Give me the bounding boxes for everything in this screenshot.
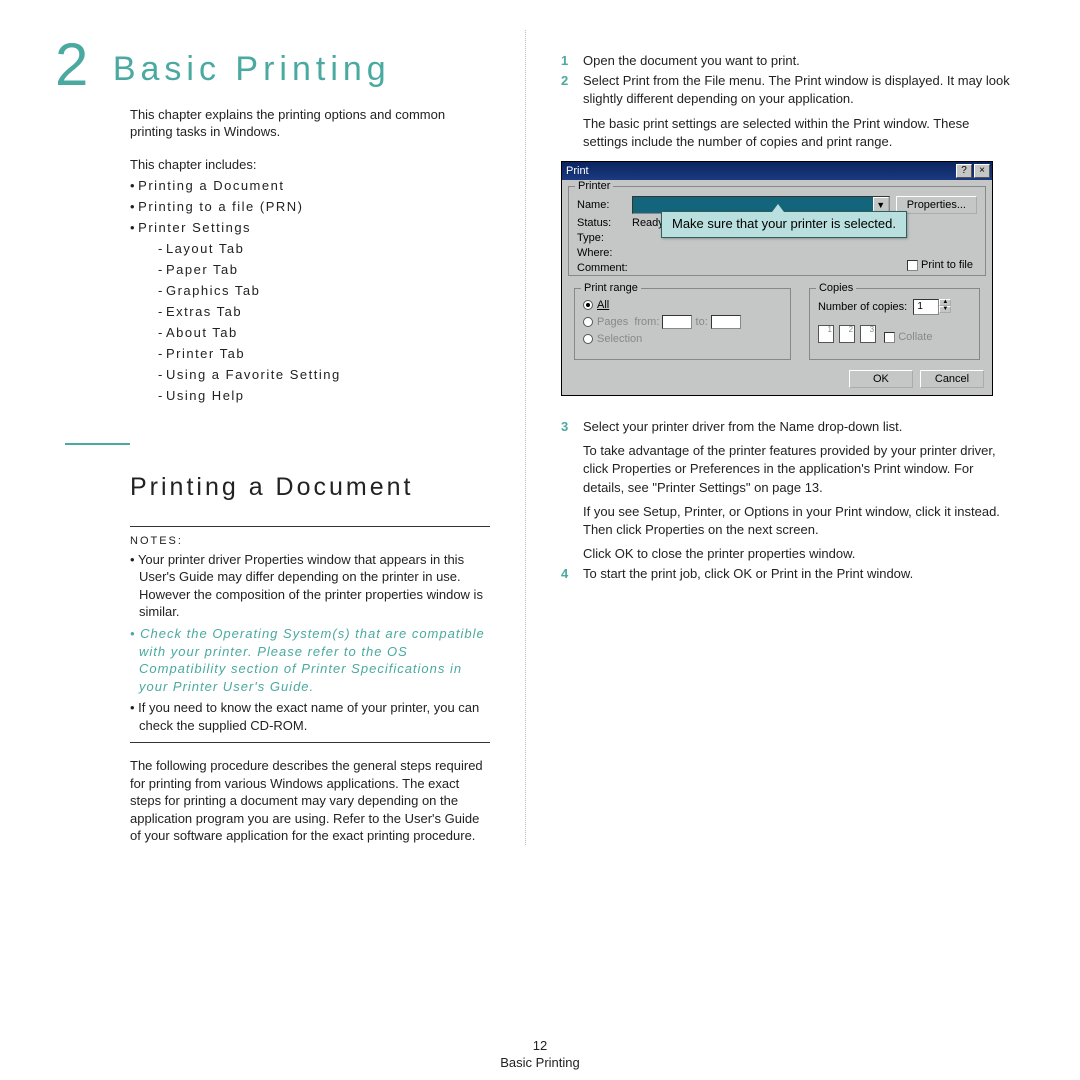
step-number: 1 (561, 52, 583, 70)
callout-tip: Make sure that your printer is selected. (661, 211, 907, 238)
step-4: 4 To start the print job, click OK or Pr… (561, 565, 1010, 583)
step-text: Open the document you want to print. (583, 52, 1010, 70)
copies-input[interactable]: 1 (913, 299, 939, 315)
chapter-title: Basic Printing (113, 50, 391, 89)
from-label: from: (634, 316, 659, 328)
to-input[interactable] (711, 315, 741, 329)
intro-text: This chapter explains the printing optio… (130, 107, 490, 141)
toc-subitem[interactable]: Paper Tab (158, 262, 490, 277)
step-text: Select your printer driver from the Name… (583, 419, 902, 434)
page-number: 12 (0, 1038, 1080, 1053)
steps-list: 1 Open the document you want to print. 2… (561, 52, 1010, 151)
spinner-buttons[interactable]: ▲▼ (939, 299, 951, 315)
toc-item[interactable]: Printer Settings (130, 220, 490, 235)
includes-label: This chapter includes: (130, 157, 490, 172)
toc-subitem[interactable]: Using a Favorite Setting (158, 367, 490, 382)
page-label: Basic Printing (0, 1055, 1080, 1070)
collate-icon: 2 (839, 325, 855, 343)
step-text: If you see Setup, Printer, or Options in… (583, 503, 1010, 539)
step-1: 1 Open the document you want to print. (561, 52, 1010, 70)
collate-icon: 1 (818, 325, 834, 343)
step-text: Select Print from the File menu. The Pri… (583, 73, 1010, 106)
toc-subitem[interactable]: Extras Tab (158, 304, 490, 319)
toc-item[interactable]: Printing to a file (PRN) (130, 199, 490, 214)
all-label: All (597, 299, 609, 311)
radio-all[interactable] (583, 300, 593, 310)
cancel-button[interactable]: Cancel (920, 370, 984, 388)
toc-subitem[interactable]: About Tab (158, 325, 490, 340)
section-rule (65, 443, 130, 445)
note-item: If you need to know the exact name of yo… (130, 699, 490, 734)
section-heading: Printing a Document (130, 473, 490, 502)
status-value: Ready (632, 217, 664, 229)
notes-list: Your printer driver Properties window th… (130, 551, 490, 734)
toc-list: Printing a Document Printing to a file (… (130, 178, 490, 403)
print-to-file-label: Print to file (921, 259, 973, 271)
radio-selection (583, 334, 593, 344)
radio-pages[interactable] (583, 317, 593, 327)
toc-subitem[interactable]: Using Help (158, 388, 490, 403)
dialog-titlebar: Print ? × (562, 162, 992, 180)
collate-icon: 3 (860, 325, 876, 343)
print-dialog: Print ? × Printer Name: ▼ Properties... … (561, 161, 993, 396)
step-text: Click OK to close the printer properties… (583, 545, 1010, 563)
toc-subitem[interactable]: Printer Tab (158, 346, 490, 361)
help-icon[interactable]: ? (956, 164, 972, 178)
copies-legend: Copies (816, 282, 856, 294)
toc-subitem[interactable]: Graphics Tab (158, 283, 490, 298)
printer-legend: Printer (575, 180, 613, 192)
properties-button[interactable]: Properties... (896, 196, 977, 214)
procedure-intro: The following procedure describes the ge… (130, 757, 490, 845)
selection-label: Selection (597, 333, 642, 345)
range-legend: Print range (581, 282, 641, 294)
status-label: Status: (577, 217, 632, 229)
step-text: To take advantage of the printer feature… (583, 442, 1010, 497)
numcopies-label: Number of copies: (818, 301, 907, 313)
printer-group: Printer Name: ▼ Properties... Status:Rea… (568, 186, 986, 276)
name-label: Name: (577, 199, 632, 211)
toc-subitem[interactable]: Layout Tab (158, 241, 490, 256)
collate-label: Collate (898, 331, 932, 343)
copies-group: Copies Number of copies: 1▲▼ 1 2 3 Colla… (809, 288, 980, 360)
chapter-number: 2 (55, 30, 90, 99)
checkbox-icon[interactable] (907, 260, 918, 271)
to-label: to: (696, 316, 708, 328)
close-icon[interactable]: × (974, 164, 990, 178)
notes-rule-top (130, 526, 490, 527)
notes-rule-bottom (130, 742, 490, 743)
steps-list-cont: 3 Select your printer driver from the Na… (561, 418, 1010, 584)
collate-checkbox[interactable] (884, 332, 895, 343)
step-text: The basic print settings are selected wi… (583, 115, 1010, 151)
notes-label: NOTES: (130, 535, 490, 547)
print-range-group: Print range All Pages from: to: Selectio… (574, 288, 791, 360)
page-footer: 12 Basic Printing (0, 1038, 1080, 1070)
note-item-compat: Check the Operating System(s) that are c… (130, 625, 490, 695)
where-label: Where: (577, 247, 632, 259)
dialog-title: Print (566, 165, 589, 177)
pages-label: Pages (597, 316, 628, 328)
comment-label: Comment: (577, 262, 632, 274)
step-text: To start the print job, click OK or Prin… (583, 565, 1010, 583)
step-3: 3 Select your printer driver from the Na… (561, 418, 1010, 563)
step-number: 2 (561, 72, 583, 151)
step-number: 4 (561, 565, 583, 583)
print-to-file-checkbox[interactable]: Print to file (907, 259, 973, 271)
ok-button[interactable]: OK (849, 370, 913, 388)
toc-item[interactable]: Printing a Document (130, 178, 490, 193)
note-item: Your printer driver Properties window th… (130, 551, 490, 621)
step-number: 3 (561, 418, 583, 563)
from-input[interactable] (662, 315, 692, 329)
step-2: 2 Select Print from the File menu. The P… (561, 72, 1010, 151)
type-label: Type: (577, 232, 632, 244)
